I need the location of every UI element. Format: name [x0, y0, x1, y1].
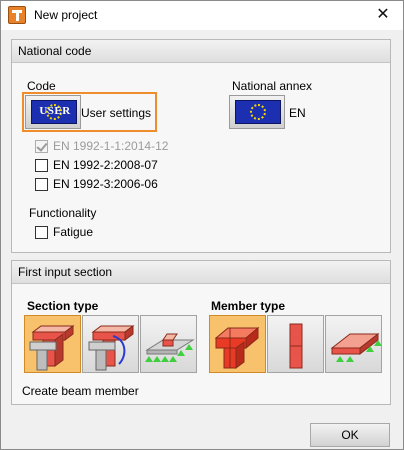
code-flag-overlay: USER [39, 105, 71, 117]
checkbox[interactable] [35, 226, 48, 239]
app-t-icon [8, 6, 26, 24]
first-input-section-header: First input section [12, 261, 390, 284]
description-text: Create beam member [22, 384, 139, 398]
member-tile-column[interactable] [267, 315, 324, 373]
section-tile-t-section[interactable] [24, 315, 81, 373]
beam-member-icon [214, 326, 260, 369]
slab-member-icon [330, 332, 382, 362]
close-button[interactable]: ✕ [363, 1, 403, 30]
beam-on-supports-icon [145, 333, 195, 362]
member-tile-slab[interactable] [325, 315, 382, 373]
national-annex-value: EN [289, 106, 306, 120]
functionality-label: Functionality [29, 206, 97, 220]
column-member-icon [289, 323, 303, 369]
window-title: New project [34, 8, 98, 22]
checkbox[interactable] [35, 159, 48, 172]
section-tile-t-section-curved[interactable] [82, 315, 139, 373]
checkbox[interactable] [35, 178, 48, 191]
title-bar: New project ✕ [1, 1, 403, 30]
standard-label: EN 1992-3:2006-06 [53, 177, 158, 191]
eu-flag-icon: USER [31, 100, 77, 124]
section-tile-beam-on-supports[interactable] [140, 315, 197, 373]
fatigue-label: Fatigue [53, 225, 94, 239]
section-type-label: Section type [27, 299, 99, 313]
standard-label: EN 1992-2:2008-07 [53, 158, 158, 172]
code-label: Code [27, 79, 56, 93]
code-flag-button[interactable]: USER [25, 95, 81, 129]
national-annex-flag-button[interactable] [229, 95, 285, 129]
member-tile-beam[interactable] [209, 315, 266, 373]
standard-label: EN 1992-1-1:2014-12 [53, 139, 169, 153]
ok-button[interactable]: OK [310, 423, 390, 447]
checkbox[interactable] [35, 140, 48, 153]
t-section-curved-icon [88, 325, 135, 371]
new-project-dialog: New project ✕ National code Code USER Us… [0, 0, 404, 450]
member-type-label: Member type [211, 299, 286, 313]
code-value: User settings [81, 106, 152, 120]
national-code-header: National code [12, 40, 390, 63]
national-annex-label: National annex [232, 79, 313, 93]
eu-flag-icon [235, 100, 281, 124]
t-section-icon [29, 325, 75, 371]
